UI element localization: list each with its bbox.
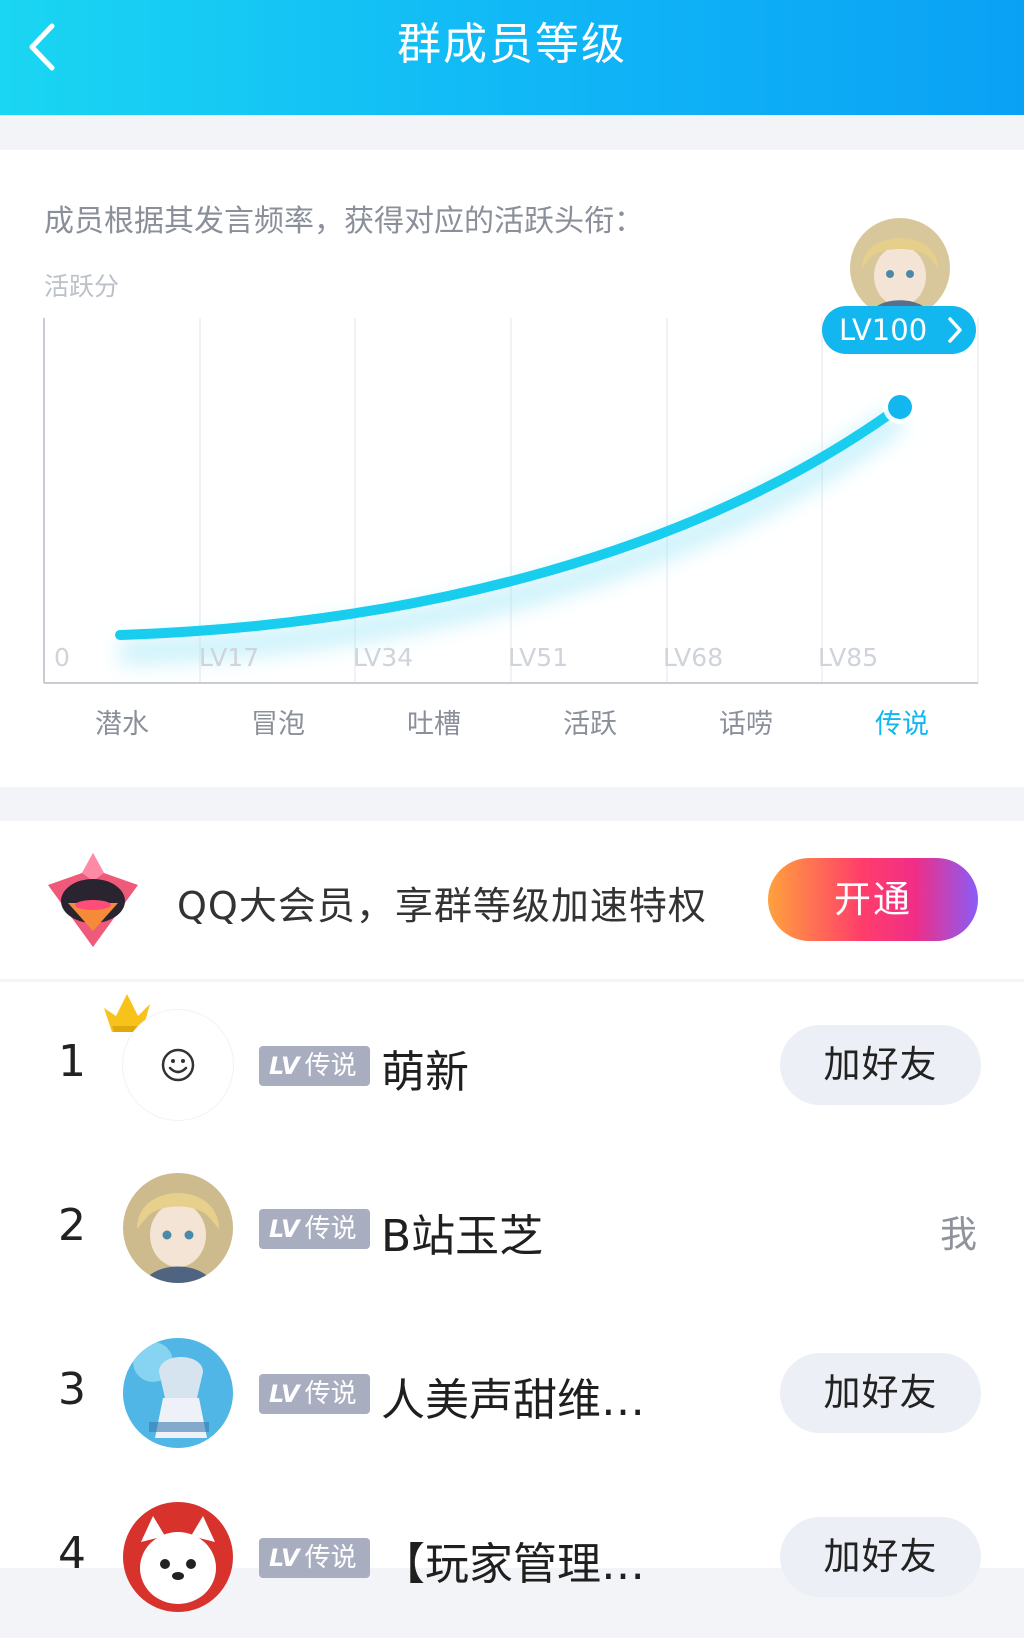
self-label: 我 <box>940 1213 977 1256</box>
level-badge: LV 传说 <box>259 1209 370 1249</box>
add-friend-button[interactable]: 加好友 <box>780 1353 981 1433</box>
chevron-right-icon <box>948 317 962 343</box>
peak-avatar <box>850 218 950 318</box>
stage-label: 潜水 <box>95 709 149 740</box>
stage-label: 话唠 <box>719 709 773 740</box>
stage-label: 冒泡 <box>251 709 305 740</box>
member-avatar[interactable] <box>123 1173 233 1283</box>
peak-point-core <box>888 395 912 419</box>
add-friend-button[interactable]: 加好友 <box>780 1025 981 1105</box>
vip-promo-banner[interactable]: QQ大会员，享群等级加速特权 开通 <box>0 821 1024 979</box>
stage-label-active: 传说 <box>875 709 929 740</box>
level-tick: LV85 <box>818 643 879 672</box>
member-name: 【玩家管理… <box>381 1539 645 1590</box>
anime-avatar-icon <box>850 218 950 318</box>
member-name: 萌新 <box>381 1047 469 1098</box>
cartoon-avatar-icon <box>123 1502 233 1612</box>
member-row[interactable]: 4 LV 传说 【玩家管理… 加好友 <box>0 1474 1024 1638</box>
level-badge: LV 传说 <box>259 1538 370 1578</box>
top-bar: 群成员等级 <box>0 0 1024 115</box>
member-row[interactable]: 3 LV 传说 人美声甜维… 加好友 <box>0 1310 1024 1474</box>
stage-label: 活跃 <box>563 709 617 740</box>
level-chart-card: 成员根据其发言频率，获得对应的活跃头衔： 活跃分 0 LV17 LV34 LV5… <box>0 150 1024 787</box>
member-avatar[interactable] <box>123 1010 233 1120</box>
member-rank: 2 <box>58 1200 86 1251</box>
stage-label: 吐槽 <box>407 709 461 740</box>
curve-glow <box>119 407 906 665</box>
member-rank: 4 <box>58 1528 86 1579</box>
smiley-icon <box>161 1048 195 1082</box>
peak-level-badge[interactable]: LV100 <box>822 306 976 354</box>
member-list: 1 LV 传说 萌新 加好友 2 LV 传说 B站玉芝 我 3 LV 传说 人美… <box>0 982 1024 1612</box>
level-tick: LV68 <box>663 643 724 672</box>
member-rank: 3 <box>58 1364 86 1415</box>
member-row[interactable]: 1 LV 传说 萌新 加好友 <box>0 982 1024 1146</box>
level-tick: 0 <box>54 643 70 672</box>
member-name: 人美声甜维… <box>381 1375 645 1426</box>
level-tick: LV17 <box>199 643 260 672</box>
vip-diamond-icon <box>48 853 138 947</box>
page-title: 群成员等级 <box>397 19 627 70</box>
member-row[interactable]: 2 LV 传说 B站玉芝 我 <box>0 1146 1024 1310</box>
anime-avatar-icon <box>123 1173 233 1283</box>
peak-level-text: LV100 <box>839 313 928 347</box>
member-avatar[interactable] <box>123 1338 233 1448</box>
level-tick: LV34 <box>353 643 414 672</box>
member-avatar[interactable] <box>123 1502 233 1612</box>
member-name: B站玉芝 <box>381 1211 544 1262</box>
level-tick: LV51 <box>508 643 569 672</box>
promo-text: QQ大会员，享群等级加速特权 <box>177 884 707 928</box>
open-vip-button[interactable]: 开通 <box>768 858 978 941</box>
level-badge: LV 传说 <box>259 1374 370 1414</box>
member-rank: 1 <box>58 1036 86 1087</box>
add-friend-button[interactable]: 加好友 <box>780 1517 981 1597</box>
anime-avatar-icon <box>123 1338 233 1448</box>
level-badge: LV 传说 <box>259 1046 370 1086</box>
